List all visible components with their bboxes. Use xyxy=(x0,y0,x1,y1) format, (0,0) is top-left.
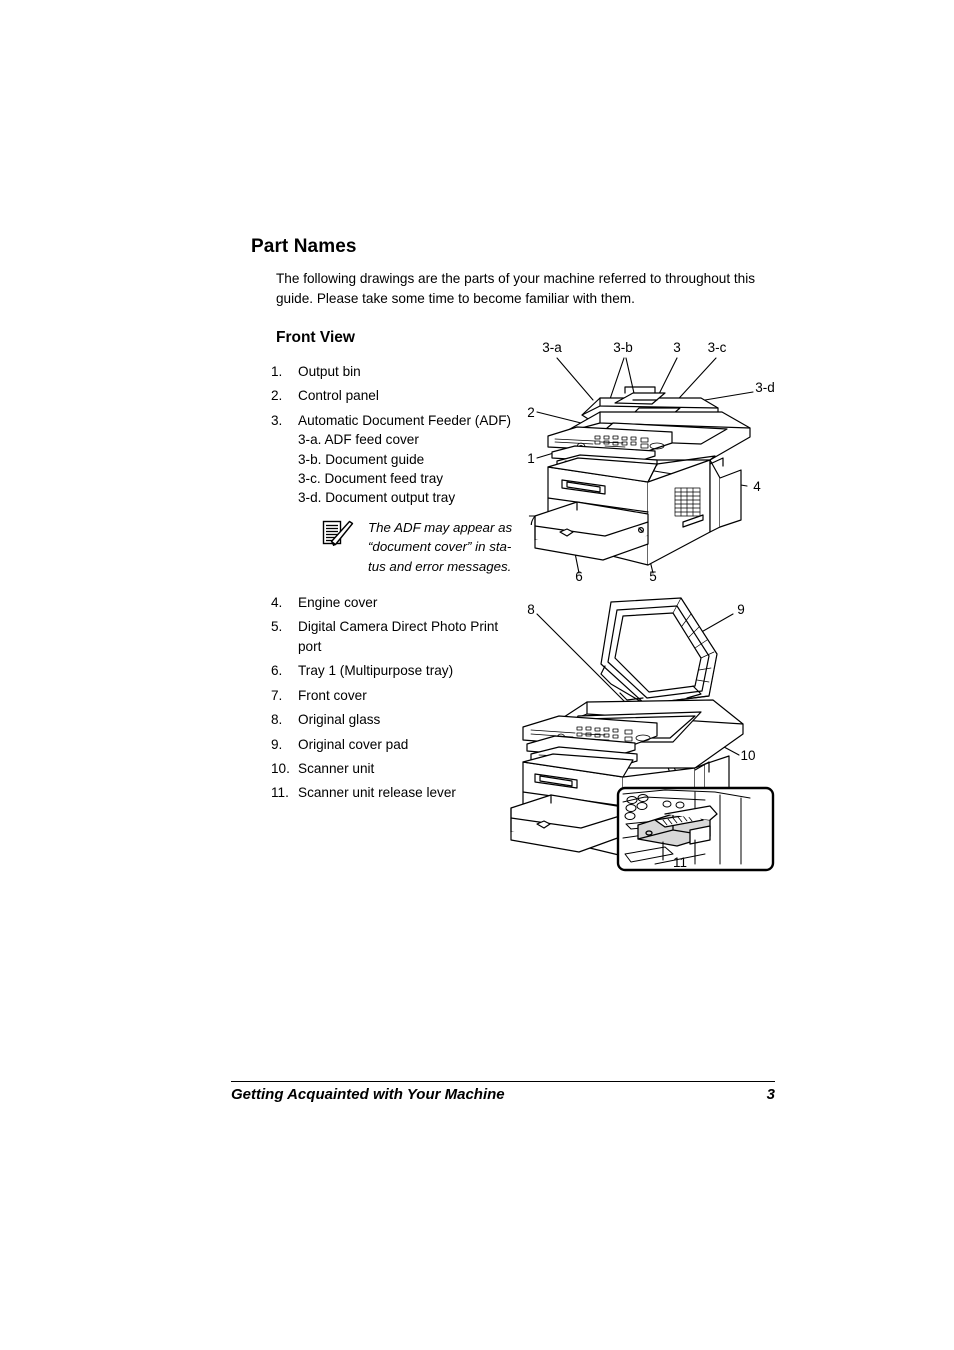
callout-1: 1 xyxy=(527,451,535,466)
list-item-number: 1. xyxy=(271,364,283,379)
callout-11: 11 xyxy=(673,855,687,870)
footer-page-number: 3 xyxy=(766,1086,775,1103)
list-item-number: 10. xyxy=(271,760,290,776)
list-item-label: Control panel xyxy=(298,388,379,404)
note-text: The ADF may appear as “document cover” i… xyxy=(368,518,516,576)
list-item: 7. Front cover xyxy=(271,686,503,705)
sub-part-label: Document output tray xyxy=(325,490,456,506)
list-item-number: 8. xyxy=(271,712,283,728)
list-item: 6. Tray 1 (Multipurpose tray) xyxy=(271,661,503,680)
list-item: 9. Original cover pad xyxy=(271,735,503,754)
callout-3: 3 xyxy=(673,340,681,355)
list-item-label: Scanner unit release lever xyxy=(298,785,456,801)
sub-part-number: 3-c. xyxy=(298,471,325,487)
list-item-label: Original cover pad xyxy=(298,736,409,752)
list-item: 5. Digital Camera Direct Photo Print por… xyxy=(271,617,503,656)
sub-part-item: 3-d. Document output tray xyxy=(298,488,516,507)
list-item-label: Engine cover xyxy=(298,595,378,611)
list-item-number: 4. xyxy=(271,595,283,611)
callout-10: 10 xyxy=(740,748,755,763)
note-line-3: tus and error messages. xyxy=(368,558,512,574)
sub-part-label: ADF feed cover xyxy=(324,432,419,448)
list-item-number: 9. xyxy=(271,736,283,752)
list-item-number: 11. xyxy=(271,785,289,801)
callout-5: 5 xyxy=(649,569,657,584)
sub-part-item: 3-c. Document feed tray xyxy=(298,469,516,488)
callout-6: 6 xyxy=(575,569,583,584)
list-item-number: 3. xyxy=(271,412,283,428)
note-line-1: The ADF may appear as xyxy=(368,519,513,535)
list-item-number: 2. xyxy=(271,388,283,404)
note-block: The ADF may appear as “document cover” i… xyxy=(322,518,516,576)
list-item: 3. Automatic Document Feeder (ADF) 3-a. … xyxy=(271,411,512,588)
callout-8: 8 xyxy=(527,602,535,617)
section-heading-front-view: Front View xyxy=(276,329,355,346)
list-item-label: Front cover xyxy=(298,687,367,703)
sub-part-label: Document feed tray xyxy=(324,471,444,487)
sub-parts-list: 3-a. ADF feed cover 3-b. Document guide … xyxy=(298,430,516,508)
list-item-text: Automatic Document Feeder (ADF) xyxy=(298,412,512,428)
callout-4: 4 xyxy=(753,479,761,494)
document-page: Part Names The following drawings are th… xyxy=(0,0,954,1350)
page-title: Part Names xyxy=(251,236,357,257)
list-item: 1. Output bin xyxy=(271,362,503,381)
sub-part-number: 3-a. xyxy=(298,432,325,448)
list-item-label: Original glass xyxy=(298,712,381,728)
sub-part-item: 3-a. ADF feed cover xyxy=(298,430,516,449)
parts-list: 1. Output bin 2. Control panel 3. Automa… xyxy=(271,362,512,808)
callout-2: 2 xyxy=(527,405,535,420)
list-item-number: 6. xyxy=(271,663,283,679)
callout-3-b: 3-b xyxy=(613,340,633,355)
list-item-label: Digital Camera Direct Photo Print port xyxy=(298,619,499,654)
note-line-2: “document cover” in sta- xyxy=(368,539,512,555)
intro-paragraph: The following drawings are the parts of … xyxy=(276,271,756,306)
callout-3-a: 3-a xyxy=(542,340,562,355)
sub-part-item: 3-b. Document guide xyxy=(298,450,516,469)
list-item: 8. Original glass xyxy=(271,710,503,729)
list-item-number: 7. xyxy=(271,687,283,703)
list-item: 4. Engine cover xyxy=(271,593,503,612)
callout-7: 7 xyxy=(528,513,536,528)
list-item: 11. Scanner unit release lever xyxy=(271,783,503,802)
list-item-number: 5. xyxy=(271,619,283,635)
sub-part-number: 3-b. xyxy=(298,451,326,467)
list-item-label: Tray 1 (Multipurpose tray) xyxy=(298,663,454,679)
sub-part-number: 3-d. xyxy=(298,490,326,506)
front-view-illustration: 3-a 3-b 3 3-c 3-d 2 1 4 7 6 5 xyxy=(505,330,795,595)
callout-3-d: 3-d xyxy=(755,380,775,395)
note-pencil-icon xyxy=(322,518,368,576)
footer-rule xyxy=(231,1081,775,1082)
list-item-label: Scanner unit xyxy=(298,760,375,776)
list-item-label: Output bin xyxy=(298,364,361,379)
callout-3-c: 3-c xyxy=(708,340,727,355)
callout-9: 9 xyxy=(737,602,745,617)
list-item-label: Automatic Document Feeder (ADF) 3-a. ADF… xyxy=(298,411,516,588)
list-item: 10. Scanner unit xyxy=(271,759,503,778)
sub-part-label: Document guide xyxy=(325,451,425,467)
list-item: 2. Control panel xyxy=(271,386,503,405)
scanner-open-illustration: 8 9 10 11 xyxy=(505,592,795,882)
footer-chapter: Getting Acquainted with Your Machine xyxy=(231,1086,505,1103)
